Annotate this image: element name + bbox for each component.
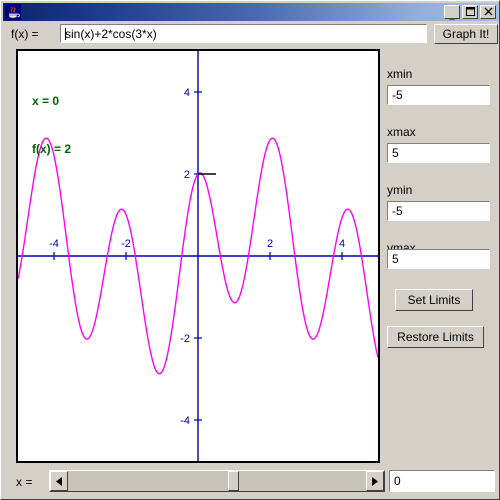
formula-input-value: sin(x)+2*cos(3*x) <box>65 27 157 41</box>
java-coffee-cup-icon <box>5 4 21 20</box>
formula-input[interactable]: sin(x)+2*cos(3*x) <box>60 24 427 43</box>
xmin-input[interactable]: -5 <box>387 85 490 105</box>
window-controls: _ <box>444 5 496 19</box>
triangle-right-icon <box>371 476 378 486</box>
graph-it-button[interactable]: Graph It! <box>434 24 498 44</box>
readout-x: x = 0 <box>32 94 60 108</box>
close-button[interactable] <box>480 5 496 19</box>
graph-panel[interactable]: -4 -2 2 4 4 2 -2 -4 x = 0 f(x) = 2 <box>16 49 380 463</box>
x-slider-label: x = <box>16 475 33 489</box>
restore-limits-button[interactable]: Restore Limits <box>387 326 484 348</box>
scroll-left-button[interactable] <box>50 471 68 491</box>
xmin-label: xmin <box>387 67 413 81</box>
minimize-icon: _ <box>449 9 455 20</box>
x-tick-label: -4 <box>49 238 59 250</box>
coordinate-readout: x = 0 f(x) = 2 <box>32 61 71 189</box>
x-tick-label: 2 <box>267 238 273 250</box>
xmax-label: xmax <box>387 125 416 139</box>
triangle-left-icon <box>55 476 62 486</box>
fx-label: f(x) = <box>11 27 39 41</box>
ymin-input[interactable]: -5 <box>387 201 490 221</box>
scrollbar-thumb[interactable] <box>228 471 239 491</box>
graph-canvas: -4 -2 2 4 4 2 -2 -4 <box>18 51 378 461</box>
formula-row: f(x) = sin(x)+2*cos(3*x) Graph It! <box>3 23 499 45</box>
scrollbar-track[interactable] <box>68 471 366 491</box>
xmax-input[interactable]: 5 <box>387 143 490 163</box>
readout-fx: f(x) = 2 <box>32 142 72 156</box>
ymax-input[interactable]: 5 <box>387 249 490 269</box>
y-tick-label: 2 <box>184 169 190 181</box>
y-tick-label: 4 <box>184 87 190 99</box>
minimize-button[interactable]: _ <box>444 5 460 19</box>
y-tick-label: -4 <box>180 415 190 427</box>
close-icon <box>484 7 493 18</box>
ymin-label: ymin <box>387 183 413 197</box>
maximize-button[interactable] <box>462 5 478 19</box>
title-bar: _ <box>3 3 499 21</box>
set-limits-label: Set Limits <box>407 293 461 307</box>
restore-limits-label: Restore Limits <box>397 330 474 344</box>
scroll-right-button[interactable] <box>366 471 384 491</box>
graph-it-label: Graph It! <box>442 27 490 41</box>
maximize-icon <box>465 6 475 18</box>
x-tick-label: 4 <box>339 238 345 250</box>
bottom-bar: x = 0 <box>3 467 499 497</box>
x-tick-label: -2 <box>121 238 131 250</box>
x-scrollbar[interactable] <box>49 470 385 492</box>
application-window: _ f(x) = sin(x)+2*cos(3*x) Graph It! -4 … <box>0 0 500 500</box>
set-limits-button[interactable]: Set Limits <box>395 289 473 311</box>
x-value-input[interactable]: 0 <box>389 470 495 492</box>
y-tick-label: -2 <box>180 333 190 345</box>
